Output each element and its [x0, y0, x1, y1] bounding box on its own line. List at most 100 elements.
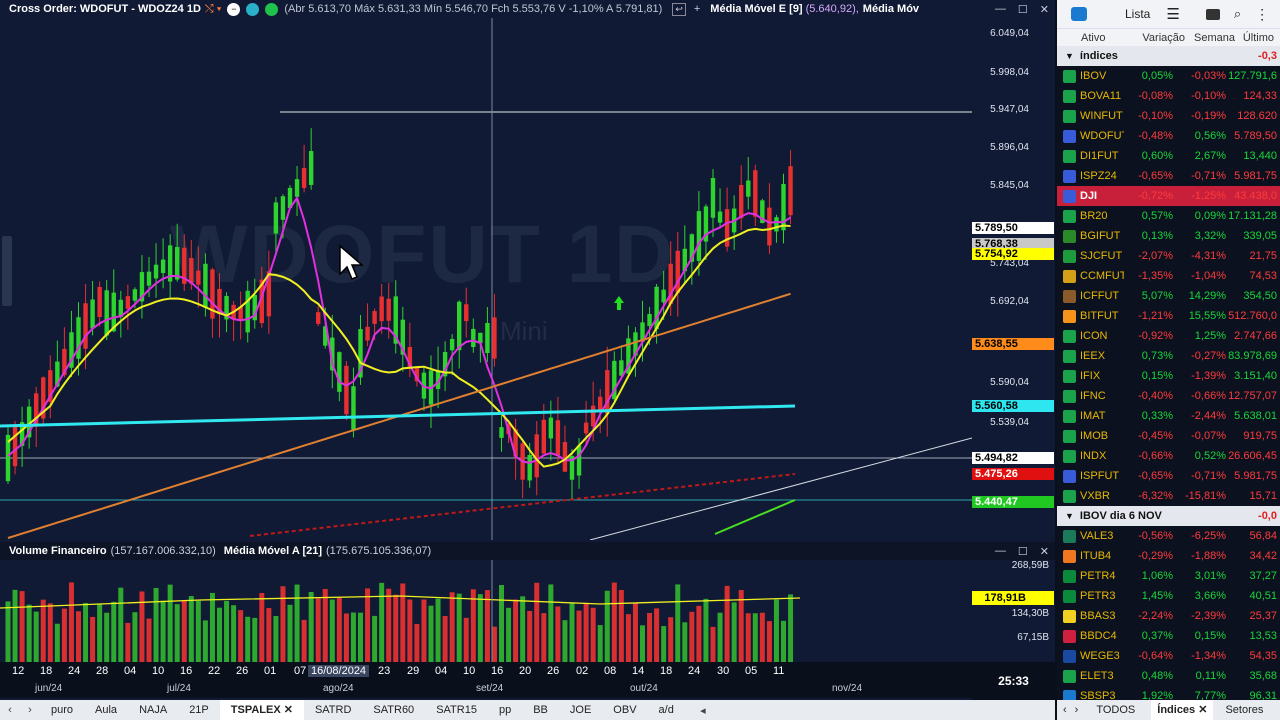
add-indicator-icon[interactable]: + [694, 3, 700, 15]
tab-aula[interactable]: Aula [84, 700, 128, 720]
minimize-icon[interactable]: — [995, 3, 1006, 15]
close-icon[interactable]: ✕ [1040, 3, 1049, 16]
tab-satr60[interactable]: SATR60 [362, 700, 425, 720]
tab-joe[interactable]: JOE [559, 700, 602, 720]
tab-bb[interactable]: BB [522, 700, 559, 720]
asset-last: 56,84 [1249, 530, 1277, 542]
asset-flag-icon [1063, 569, 1076, 583]
watchlist-row[interactable]: VALE3 -0,56% -6,25% 56,84 [1057, 526, 1280, 546]
more-icon[interactable]: ⋮ [1255, 6, 1269, 23]
collapse-icon[interactable]: ▼ [1065, 51, 1074, 61]
cross-order-icon[interactable]: ⤭ ▾ [205, 3, 221, 16]
watchlist-row[interactable]: ELET3 0,48% 0,11% 35,68 [1057, 666, 1280, 686]
asset-flag-icon [1063, 329, 1076, 343]
candle-body [175, 247, 180, 280]
col-last[interactable]: Último [1243, 32, 1274, 44]
watchlist-row[interactable]: BBAS3 -2,24% -2,39% 25,37 [1057, 606, 1280, 626]
watchlist-group[interactable]: ▼ índices -0,3 [1057, 46, 1280, 66]
watchlist-row[interactable]: VXBR -6,32% -15,81% 15,71 [1057, 486, 1280, 506]
search-icon[interactable]: ⌕ [1234, 6, 1241, 22]
volume-bar [484, 590, 490, 662]
watchlist-row[interactable]: BR20 0,57% 0,09% 17.131,28 [1057, 206, 1280, 226]
tab-all[interactable]: TODOS [1096, 704, 1135, 716]
watchlist-row[interactable]: CCMFUT -1,35% -1,04% 74,53 [1057, 266, 1280, 286]
col-week[interactable]: Semana [1185, 32, 1235, 44]
watchlist-row[interactable]: ICFFUT 5,07% 14,29% 354,50 [1057, 286, 1280, 306]
tab-satr15[interactable]: SATR15 [425, 700, 488, 720]
tab-indices[interactable]: Índices ✕ [1151, 700, 1214, 720]
date-tick: 02 [576, 665, 589, 677]
watchlist-row[interactable]: BGIFUT 0,13% 3,32% 339,05 [1057, 226, 1280, 246]
watchlist-row[interactable]: ICON -0,92% 1,25% 2.747,66 [1057, 326, 1280, 346]
chevron-left-icon[interactable]: ‹ [1063, 704, 1067, 716]
watchlist-row[interactable]: INDX -0,66% 0,52% 26.606,45 [1057, 446, 1280, 466]
tab-obv[interactable]: OBV [602, 700, 647, 720]
watchlist-row[interactable]: IFIX 0,15% -1,39% 3.151,40 [1057, 366, 1280, 386]
list-label[interactable]: Lista [1125, 7, 1150, 21]
watchlist-row[interactable]: BITFUT -1,21% 15,55% 512.760,0 [1057, 306, 1280, 326]
asset-flag-icon [1063, 289, 1076, 303]
volume-bar [689, 611, 695, 662]
chart-panel[interactable]: Cross Order: WDOFUT - WDOZ24 1D ⤭ ▾ − (A… [0, 0, 1055, 700]
asset-last: 339,05 [1243, 230, 1277, 242]
volume-bar [146, 618, 152, 662]
watchlist-row[interactable]: BOVA11 -0,08% -0,10% 124,33 [1057, 86, 1280, 106]
chevron-right-icon[interactable]: › [1075, 704, 1079, 716]
watchlist-row[interactable]: IMAT 0,33% -2,44% 5.638,01 [1057, 406, 1280, 426]
watchlist-row[interactable]: BBDC4 0,37% 0,15% 13,53 [1057, 626, 1280, 646]
watchlist-row[interactable]: WEGE3 -0,64% -1,34% 54,35 [1057, 646, 1280, 666]
collapse-icon[interactable]: ↩ [672, 2, 686, 16]
volume-axis[interactable]: 268,59B 178,91B 134,30B 67,15B [972, 560, 1055, 662]
pause-icon[interactable]: − [227, 2, 241, 16]
collapse-icon[interactable]: ▼ [1065, 511, 1074, 521]
watchlist-row[interactable]: PETR3 1,45% 3,66% 40,51 [1057, 586, 1280, 606]
asset-last: 40,51 [1249, 590, 1277, 602]
link-icon[interactable] [246, 2, 260, 16]
minimize-icon[interactable]: — [995, 545, 1006, 558]
volume-bar [174, 604, 180, 662]
tab-satrd[interactable]: SATRD [304, 700, 362, 720]
tab-naja[interactable]: NAJA [128, 700, 178, 720]
watchlist-row[interactable]: PETR4 1,06% 3,01% 37,27 [1057, 566, 1280, 586]
chevron-right-icon[interactable]: › [20, 704, 40, 716]
watchlist-row[interactable]: DI1FUT 0,60% 2,67% 13,440 [1057, 146, 1280, 166]
watchlist-row[interactable]: DJI -0,72% -1,25% 43.438,0 [1057, 186, 1280, 206]
watchlist-group[interactable]: ▼ IBOV dia 6 NOV -0,0 [1057, 506, 1280, 526]
watchlist-icon[interactable] [1071, 7, 1087, 21]
scroll-left-icon[interactable]: ◂ [693, 704, 713, 717]
tab-21p[interactable]: 21P [178, 700, 220, 720]
watchlist-row[interactable]: IBOV 0,05% -0,03% 127.791,6 [1057, 66, 1280, 86]
close-icon[interactable]: ✕ [1040, 545, 1049, 558]
tab-ad[interactable]: a/d [648, 700, 685, 720]
watchlist-row[interactable]: ISPZ24 -0,65% -0,71% 5.981,75 [1057, 166, 1280, 186]
watchlist-row[interactable]: IEEX 0,73% -0,27% 83.978,69 [1057, 346, 1280, 366]
tab-puro[interactable]: puro [40, 700, 84, 720]
col-change[interactable]: Variação [1125, 32, 1185, 44]
price-chart[interactable]: WDOFUT 1D Mini [0, 18, 972, 540]
asset-change: -6,32% [1138, 490, 1173, 502]
tab-pp[interactable]: pp [488, 700, 522, 720]
date-axis[interactable]: 12 18 24 28 04 10 16 22 26 01 07 16/08/2024 23 29 04 10… [0, 662, 972, 680]
window-controls: — ☐ ✕ [995, 0, 1049, 18]
maximize-icon[interactable]: ☐ [1018, 3, 1028, 16]
list-menu-icon[interactable]: ☰ [1166, 5, 1179, 23]
tab-sectors[interactable]: Setores [1225, 704, 1263, 716]
side-handle[interactable] [2, 236, 12, 306]
asset-symbol: DJI [1080, 190, 1098, 202]
watchlist-row[interactable]: WDOFUT -0,48% 0,56% 5.789,50 [1057, 126, 1280, 146]
watchlist-row[interactable]: WINFUT -0,10% -0,19% 128.620 [1057, 106, 1280, 126]
folder-icon[interactable] [1205, 8, 1220, 20]
watchlist-row[interactable]: IFNC -0,40% -0,66% 12.757,07 [1057, 386, 1280, 406]
watchlist-row[interactable]: SJCFUT -2,07% -4,31% 21,75 [1057, 246, 1280, 266]
col-asset[interactable]: Ativo [1081, 32, 1125, 44]
watchlist-row[interactable]: IMOB -0,45% -0,07% 919,75 [1057, 426, 1280, 446]
tab-tspalex[interactable]: TSPALEX ✕ [219, 700, 304, 720]
date-tick: 10 [152, 665, 165, 677]
tab-indices-label: Índices [1157, 704, 1196, 716]
watchlist-row[interactable]: ISPFUT -0,65% -0,71% 5.981,75 [1057, 466, 1280, 486]
asset-change: -2,24% [1138, 610, 1173, 622]
chevron-left-icon[interactable]: ‹ [0, 704, 20, 716]
watchlist-row[interactable]: ITUB4 -0,29% -1,88% 34,42 [1057, 546, 1280, 566]
maximize-icon[interactable]: ☐ [1018, 545, 1028, 558]
volume-chart[interactable] [0, 560, 972, 662]
